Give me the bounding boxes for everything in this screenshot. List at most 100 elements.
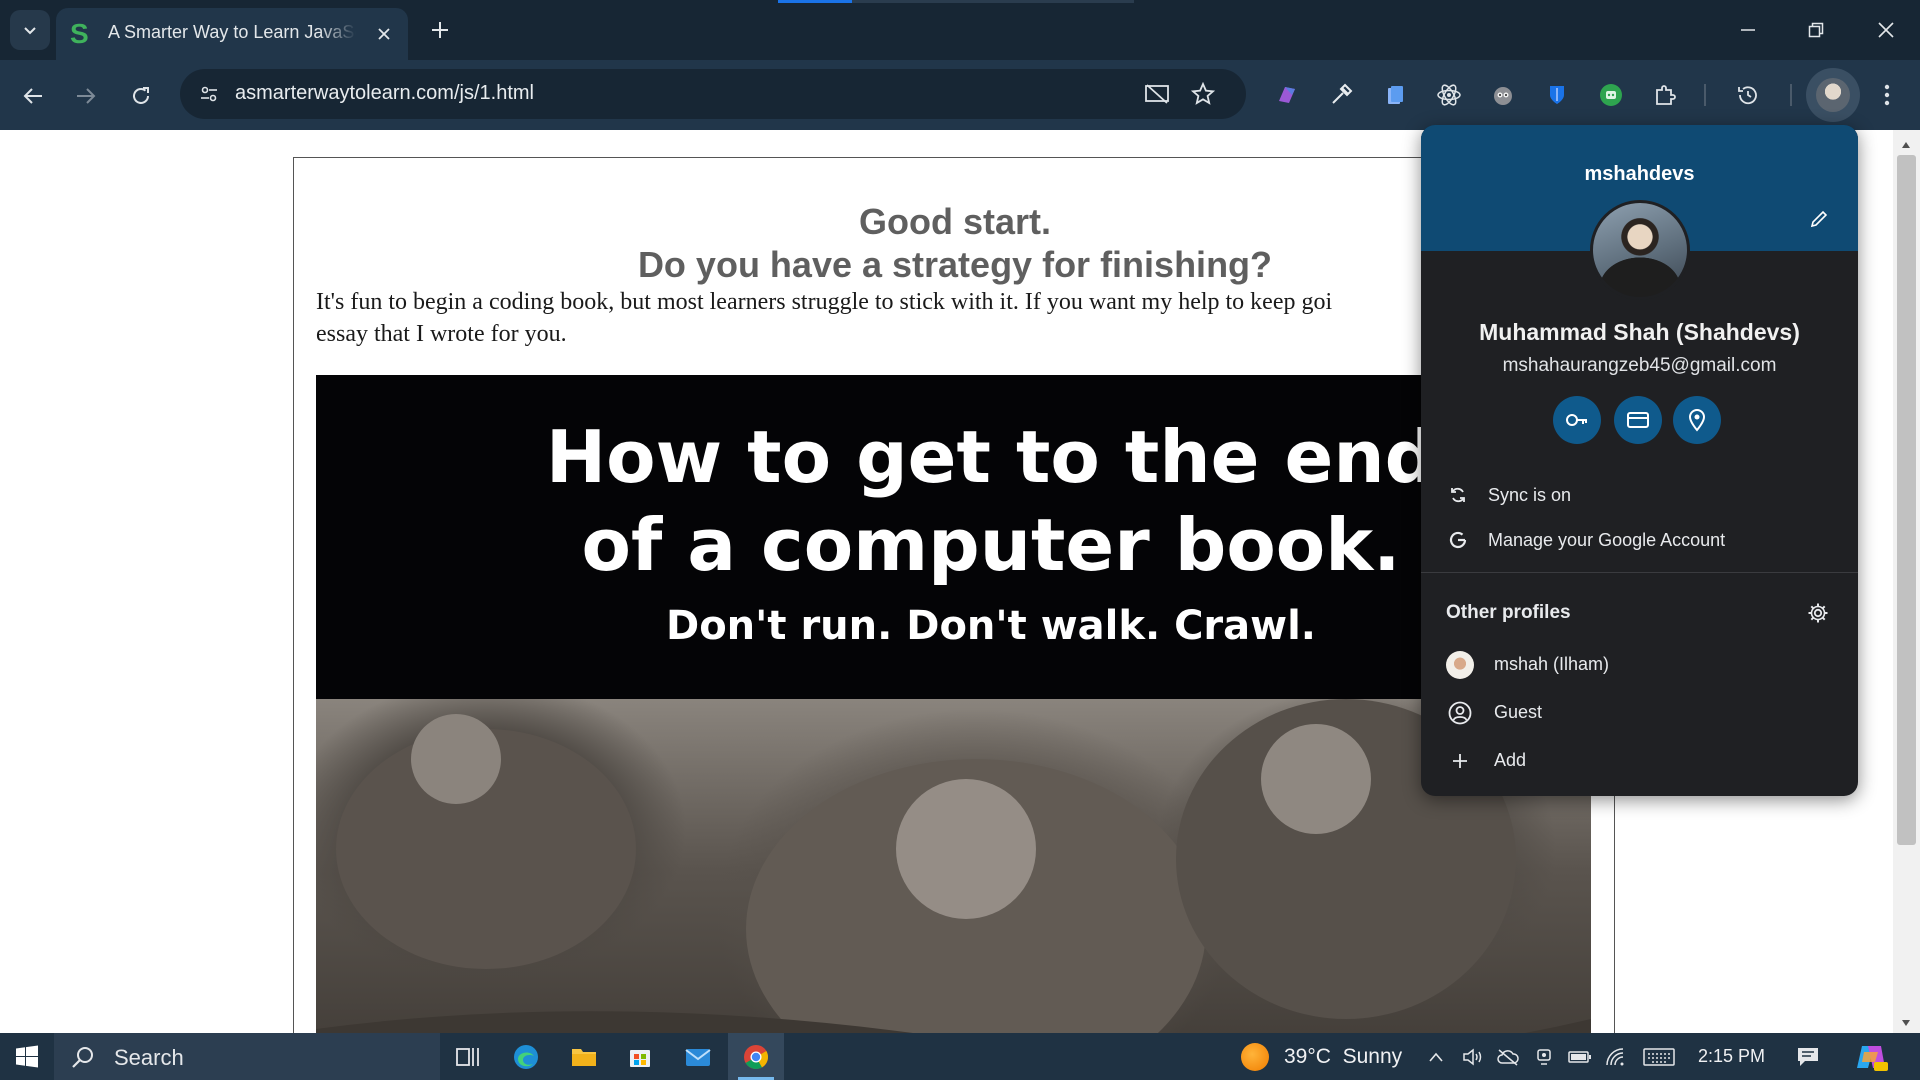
minimize-button[interactable] — [1714, 0, 1782, 60]
site-favicon-icon: S — [70, 18, 89, 49]
copilot-icon — [1857, 1046, 1888, 1071]
arrow-left-icon — [23, 88, 42, 104]
react-icon — [1437, 84, 1461, 106]
scroll-down-button[interactable] — [1898, 1016, 1914, 1030]
edge-browser-icon — [514, 1044, 538, 1069]
profile-item-label: Guest — [1494, 702, 1543, 722]
scroll-up-button[interactable] — [1898, 138, 1914, 152]
add-profile-item[interactable]: Add — [1421, 739, 1858, 781]
camera-button[interactable] — [1530, 1043, 1558, 1071]
manage-profiles-button[interactable] — [1804, 599, 1832, 627]
network-button[interactable] — [1602, 1043, 1630, 1071]
taskbar-search-box[interactable]: Search — [54, 1033, 440, 1080]
payment-methods-button[interactable] — [1614, 396, 1662, 444]
extension-bitwarden-button[interactable] — [1540, 78, 1574, 112]
extension-copilot-button[interactable] — [1270, 78, 1304, 112]
profile-item-ilham[interactable]: mshah (Ilham) — [1421, 643, 1858, 685]
back-button[interactable] — [13, 76, 53, 116]
addresses-button[interactable] — [1673, 396, 1721, 444]
profile-ilham-icon — [1445, 650, 1475, 680]
heading-line-2: Do you have a strategy for finishing? — [637, 244, 1273, 285]
taskbar-store-button[interactable] — [612, 1033, 668, 1080]
chrome-icon — [744, 1044, 769, 1069]
history-icon — [1738, 86, 1757, 105]
screen-off-icon — [1145, 84, 1169, 104]
chevron-down-icon — [24, 27, 36, 35]
profile-full-name: Muhammad Shah (Shahdevs) — [1479, 319, 1800, 345]
cloud-off-icon — [1497, 1049, 1519, 1066]
location-pin-icon — [1688, 409, 1706, 432]
gradient-extension-icon — [1279, 87, 1295, 103]
extension-grammarly-button[interactable] — [1594, 78, 1628, 112]
essay-banner-image[interactable]: How to get to the end of a computer book… — [316, 375, 1591, 1033]
onedrive-button[interactable] — [1494, 1043, 1522, 1071]
scrollbar-thumb[interactable] — [1897, 155, 1916, 845]
reload-icon — [133, 87, 149, 104]
close-window-button[interactable] — [1852, 0, 1920, 60]
eyedropper-icon — [1332, 83, 1353, 104]
restore-icon — [1808, 22, 1824, 38]
weather-sun-icon[interactable] — [1241, 1043, 1269, 1071]
bookmark-button[interactable] — [1188, 79, 1218, 109]
copilot-button[interactable] — [1853, 1041, 1889, 1073]
passwords-button[interactable] — [1553, 396, 1601, 444]
volume-button[interactable] — [1459, 1043, 1487, 1071]
cast-off-button[interactable] — [1142, 79, 1172, 109]
green-extension-icon — [1600, 84, 1622, 106]
history-button[interactable] — [1731, 78, 1765, 112]
taskbar-edge-button[interactable] — [498, 1033, 554, 1080]
extension-eyedropper-button[interactable] — [1324, 78, 1358, 112]
address-bar[interactable]: asmarterwaytolearn.com/js/1.html — [180, 69, 1246, 119]
windows-logo-icon — [16, 1045, 38, 1067]
tab-close-button[interactable] — [370, 20, 398, 48]
star-icon — [1191, 82, 1215, 105]
triangle-up-icon — [1902, 142, 1910, 148]
taskbar-chrome-button[interactable] — [728, 1033, 784, 1080]
avatar — [1446, 651, 1474, 679]
google-g-icon — [1446, 528, 1470, 552]
site-info-button[interactable] — [192, 77, 226, 111]
profile-avatar-button[interactable] — [1806, 68, 1860, 122]
extension-clipboard-button[interactable] — [1378, 78, 1412, 112]
edit-profile-button[interactable] — [1803, 203, 1835, 235]
chevron-up-icon — [1429, 1052, 1443, 1062]
restore-button[interactable] — [1782, 0, 1850, 60]
forward-button[interactable] — [66, 76, 106, 116]
profile-item-guest[interactable]: Guest — [1421, 691, 1858, 733]
search-icon — [70, 1044, 96, 1070]
gear-icon — [1808, 603, 1828, 623]
extensions-menu-button[interactable] — [1648, 78, 1682, 112]
browser-titlebar: S A Smarter Way to Learn JavaScript — [0, 0, 1920, 60]
store-icon — [630, 1049, 650, 1067]
taskbar-clock[interactable]: 2:15 PM — [1698, 1046, 1765, 1067]
start-button[interactable] — [0, 1033, 54, 1080]
key-icon — [1566, 414, 1587, 426]
shield-icon — [1550, 86, 1564, 104]
extension-react-devtools-button[interactable] — [1432, 78, 1466, 112]
paragraph-line-1: It's fun to begin a coding book, but mos… — [316, 289, 1333, 315]
profile-menu-popup: mshahdevs Muhammad Shah (Shahdevs) mshah… — [1421, 125, 1858, 796]
banner-line-2: of a computer book. — [581, 503, 1401, 587]
show-hidden-icons-button[interactable] — [1422, 1043, 1450, 1071]
manage-account-item[interactable]: Manage your Google Account — [1421, 520, 1858, 560]
browser-menu-button[interactable] — [1870, 78, 1904, 112]
notifications-button[interactable] — [1794, 1043, 1822, 1071]
weather-condition: Sunny — [1342, 1045, 1403, 1068]
extension-owl-button[interactable] — [1486, 78, 1520, 112]
sync-status-item[interactable]: Sync is on — [1421, 475, 1858, 515]
credit-card-icon — [1627, 412, 1649, 428]
url-text[interactable]: asmarterwaytolearn.com/js/1.html — [235, 82, 534, 105]
battery-button[interactable] — [1566, 1043, 1594, 1071]
weather-widget[interactable]: 39°C Sunny — [1284, 1045, 1402, 1069]
new-tab-button[interactable] — [422, 12, 458, 48]
keyboard-layout-button[interactable] — [1642, 1043, 1676, 1071]
taskbar-file-explorer-button[interactable] — [556, 1033, 612, 1080]
kebab-menu-icon — [1884, 84, 1890, 106]
tab-active[interactable]: S A Smarter Way to Learn JavaScript — [56, 8, 408, 60]
weather-temperature: 39°C — [1284, 1045, 1331, 1068]
taskbar-mail-button[interactable] — [670, 1033, 726, 1080]
task-view-button[interactable] — [440, 1033, 496, 1080]
tab-search-button[interactable] — [10, 10, 50, 50]
reload-button[interactable] — [121, 76, 161, 116]
profile-email: mshahaurangzeb45@gmail.com — [1502, 355, 1777, 376]
